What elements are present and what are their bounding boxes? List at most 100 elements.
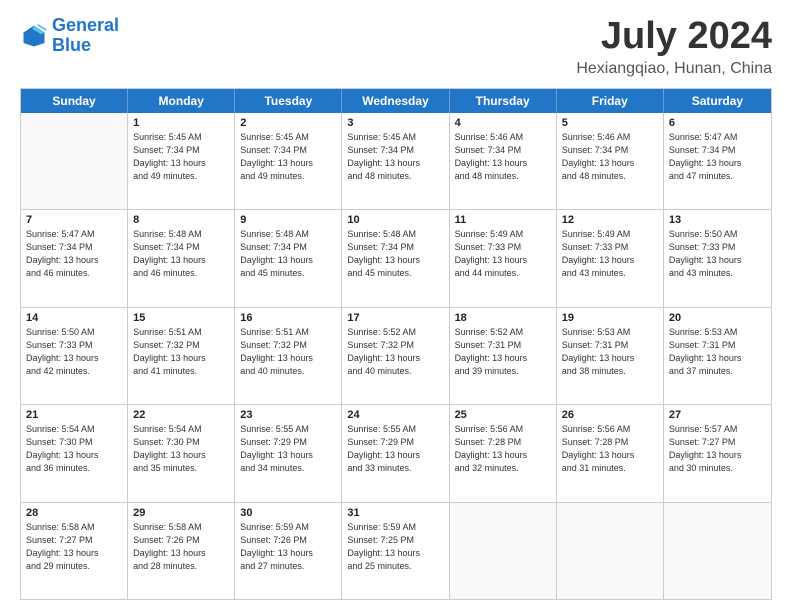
week-row-2: 14Sunrise: 5:50 AM Sunset: 7:33 PM Dayli… — [21, 307, 771, 404]
day-info: Sunrise: 5:49 AM Sunset: 7:33 PM Dayligh… — [455, 228, 551, 280]
day-number: 30 — [240, 507, 336, 519]
day-cell-24: 24 Sunrise: 5:55 AM Sunset: 7:29 PM Dayli… — [342, 405, 449, 501]
day-number: 27 — [669, 409, 766, 421]
day-cell-1: 1 Sunrise: 5:45 AM Sunset: 7:34 PM Daylig… — [128, 113, 235, 209]
day-cell-28: 28 Sunrise: 5:58 AM Sunset: 7:27 PM Dayli… — [21, 503, 128, 599]
empty-cell-4-6 — [664, 503, 771, 599]
day-cell-22: 22 Sunrise: 5:54 AM Sunset: 7:30 PM Dayli… — [128, 405, 235, 501]
day-info: Sunrise: 5:53 AM Sunset: 7:31 PM Dayligh… — [669, 326, 766, 378]
calendar: SundayMondayTuesdayWednesdayThursdayFrid… — [20, 88, 772, 600]
day-info: Sunrise: 5:46 AM Sunset: 7:34 PM Dayligh… — [562, 131, 658, 183]
day-number: 1 — [133, 117, 229, 129]
logo: General Blue — [20, 16, 119, 56]
week-row-0: 1 Sunrise: 5:45 AM Sunset: 7:34 PM Daylig… — [21, 113, 771, 209]
day-cell-15: 15Sunrise: 5:51 AM Sunset: 7:32 PM Dayli… — [128, 308, 235, 404]
day-number: 5 — [562, 117, 658, 129]
day-number: 16 — [240, 312, 336, 324]
day-cell-29: 29 Sunrise: 5:58 AM Sunset: 7:26 PM Dayli… — [128, 503, 235, 599]
week-row-1: 7 Sunrise: 5:47 AM Sunset: 7:34 PM Daylig… — [21, 209, 771, 306]
day-cell-3: 3 Sunrise: 5:45 AM Sunset: 7:34 PM Daylig… — [342, 113, 449, 209]
day-info: Sunrise: 5:55 AM Sunset: 7:29 PM Dayligh… — [347, 423, 443, 475]
day-number: 19 — [562, 312, 658, 324]
day-info: Sunrise: 5:59 AM Sunset: 7:25 PM Dayligh… — [347, 521, 443, 573]
header-day-friday: Friday — [557, 89, 664, 113]
day-info: Sunrise: 5:52 AM Sunset: 7:31 PM Dayligh… — [455, 326, 551, 378]
day-number: 2 — [240, 117, 336, 129]
day-cell-30: 30 Sunrise: 5:59 AM Sunset: 7:26 PM Dayli… — [235, 503, 342, 599]
day-number: 13 — [669, 214, 766, 226]
empty-cell-4-4 — [450, 503, 557, 599]
day-number: 3 — [347, 117, 443, 129]
empty-cell-0-0 — [21, 113, 128, 209]
day-cell-14: 14Sunrise: 5:50 AM Sunset: 7:33 PM Dayli… — [21, 308, 128, 404]
day-info: Sunrise: 5:45 AM Sunset: 7:34 PM Dayligh… — [347, 131, 443, 183]
day-cell-16: 16 Sunrise: 5:51 AM Sunset: 7:32 PM Dayli… — [235, 308, 342, 404]
day-number: 29 — [133, 507, 229, 519]
day-info: Sunrise: 5:47 AM Sunset: 7:34 PM Dayligh… — [669, 131, 766, 183]
header-day-tuesday: Tuesday — [235, 89, 342, 113]
day-number: 7 — [26, 214, 122, 226]
day-info: Sunrise: 5:57 AM Sunset: 7:27 PM Dayligh… — [669, 423, 766, 475]
logo-line2: Blue — [52, 35, 91, 55]
day-info: Sunrise: 5:46 AM Sunset: 7:34 PM Dayligh… — [455, 131, 551, 183]
logo-icon — [20, 22, 48, 50]
day-number: 11 — [455, 214, 551, 226]
day-number: 21 — [26, 409, 122, 421]
empty-cell-4-5 — [557, 503, 664, 599]
day-info: Sunrise: 5:58 AM Sunset: 7:26 PM Dayligh… — [133, 521, 229, 573]
location-title: Hexiangqiao, Hunan, China — [576, 60, 772, 78]
day-cell-11: 11 Sunrise: 5:49 AM Sunset: 7:33 PM Dayli… — [450, 210, 557, 306]
day-info: Sunrise: 5:51 AM Sunset: 7:32 PM Dayligh… — [240, 326, 336, 378]
day-number: 25 — [455, 409, 551, 421]
day-info: Sunrise: 5:51 AM Sunset: 7:32 PM Dayligh… — [133, 326, 229, 378]
day-info: Sunrise: 5:48 AM Sunset: 7:34 PM Dayligh… — [347, 228, 443, 280]
day-info: Sunrise: 5:48 AM Sunset: 7:34 PM Dayligh… — [133, 228, 229, 280]
day-number: 18 — [455, 312, 551, 324]
day-info: Sunrise: 5:53 AM Sunset: 7:31 PM Dayligh… — [562, 326, 658, 378]
day-number: 14 — [26, 312, 122, 324]
day-cell-10: 10 Sunrise: 5:48 AM Sunset: 7:34 PM Dayli… — [342, 210, 449, 306]
day-number: 9 — [240, 214, 336, 226]
day-number: 23 — [240, 409, 336, 421]
day-info: Sunrise: 5:54 AM Sunset: 7:30 PM Dayligh… — [133, 423, 229, 475]
day-number: 31 — [347, 507, 443, 519]
day-number: 6 — [669, 117, 766, 129]
day-cell-7: 7 Sunrise: 5:47 AM Sunset: 7:34 PM Daylig… — [21, 210, 128, 306]
header-day-wednesday: Wednesday — [342, 89, 449, 113]
day-info: Sunrise: 5:56 AM Sunset: 7:28 PM Dayligh… — [455, 423, 551, 475]
day-info: Sunrise: 5:45 AM Sunset: 7:34 PM Dayligh… — [133, 131, 229, 183]
day-cell-6: 6 Sunrise: 5:47 AM Sunset: 7:34 PM Daylig… — [664, 113, 771, 209]
day-info: Sunrise: 5:58 AM Sunset: 7:27 PM Dayligh… — [26, 521, 122, 573]
day-cell-31: 31 Sunrise: 5:59 AM Sunset: 7:25 PM Dayli… — [342, 503, 449, 599]
day-info: Sunrise: 5:55 AM Sunset: 7:29 PM Dayligh… — [240, 423, 336, 475]
header-day-saturday: Saturday — [664, 89, 771, 113]
logo-line1: General — [52, 15, 119, 35]
day-number: 10 — [347, 214, 443, 226]
day-cell-25: 25 Sunrise: 5:56 AM Sunset: 7:28 PM Dayli… — [450, 405, 557, 501]
day-cell-19: 19 Sunrise: 5:53 AM Sunset: 7:31 PM Dayli… — [557, 308, 664, 404]
day-info: Sunrise: 5:50 AM Sunset: 7:33 PM Dayligh… — [669, 228, 766, 280]
day-number: 28 — [26, 507, 122, 519]
day-cell-2: 2Sunrise: 5:45 AM Sunset: 7:34 PM Daylig… — [235, 113, 342, 209]
header-day-sunday: Sunday — [21, 89, 128, 113]
page: General Blue July 2024 Hexiangqiao, Huna… — [0, 0, 792, 612]
header: General Blue July 2024 Hexiangqiao, Huna… — [20, 16, 772, 78]
day-info: Sunrise: 5:52 AM Sunset: 7:32 PM Dayligh… — [347, 326, 443, 378]
day-cell-21: 21 Sunrise: 5:54 AM Sunset: 7:30 PM Dayli… — [21, 405, 128, 501]
day-info: Sunrise: 5:54 AM Sunset: 7:30 PM Dayligh… — [26, 423, 122, 475]
day-cell-13: 13 Sunrise: 5:50 AM Sunset: 7:33 PM Dayli… — [664, 210, 771, 306]
day-number: 24 — [347, 409, 443, 421]
calendar-header: SundayMondayTuesdayWednesdayThursdayFrid… — [21, 89, 771, 113]
day-info: Sunrise: 5:59 AM Sunset: 7:26 PM Dayligh… — [240, 521, 336, 573]
day-cell-9: 9Sunrise: 5:48 AM Sunset: 7:34 PM Daylig… — [235, 210, 342, 306]
week-row-3: 21 Sunrise: 5:54 AM Sunset: 7:30 PM Dayli… — [21, 404, 771, 501]
day-info: Sunrise: 5:47 AM Sunset: 7:34 PM Dayligh… — [26, 228, 122, 280]
day-number: 22 — [133, 409, 229, 421]
day-cell-4: 4Sunrise: 5:46 AM Sunset: 7:34 PM Daylig… — [450, 113, 557, 209]
day-cell-20: 20Sunrise: 5:53 AM Sunset: 7:31 PM Dayli… — [664, 308, 771, 404]
day-cell-12: 12Sunrise: 5:49 AM Sunset: 7:33 PM Dayli… — [557, 210, 664, 306]
header-day-monday: Monday — [128, 89, 235, 113]
day-cell-8: 8 Sunrise: 5:48 AM Sunset: 7:34 PM Daylig… — [128, 210, 235, 306]
day-number: 8 — [133, 214, 229, 226]
title-block: July 2024 Hexiangqiao, Hunan, China — [576, 16, 772, 78]
